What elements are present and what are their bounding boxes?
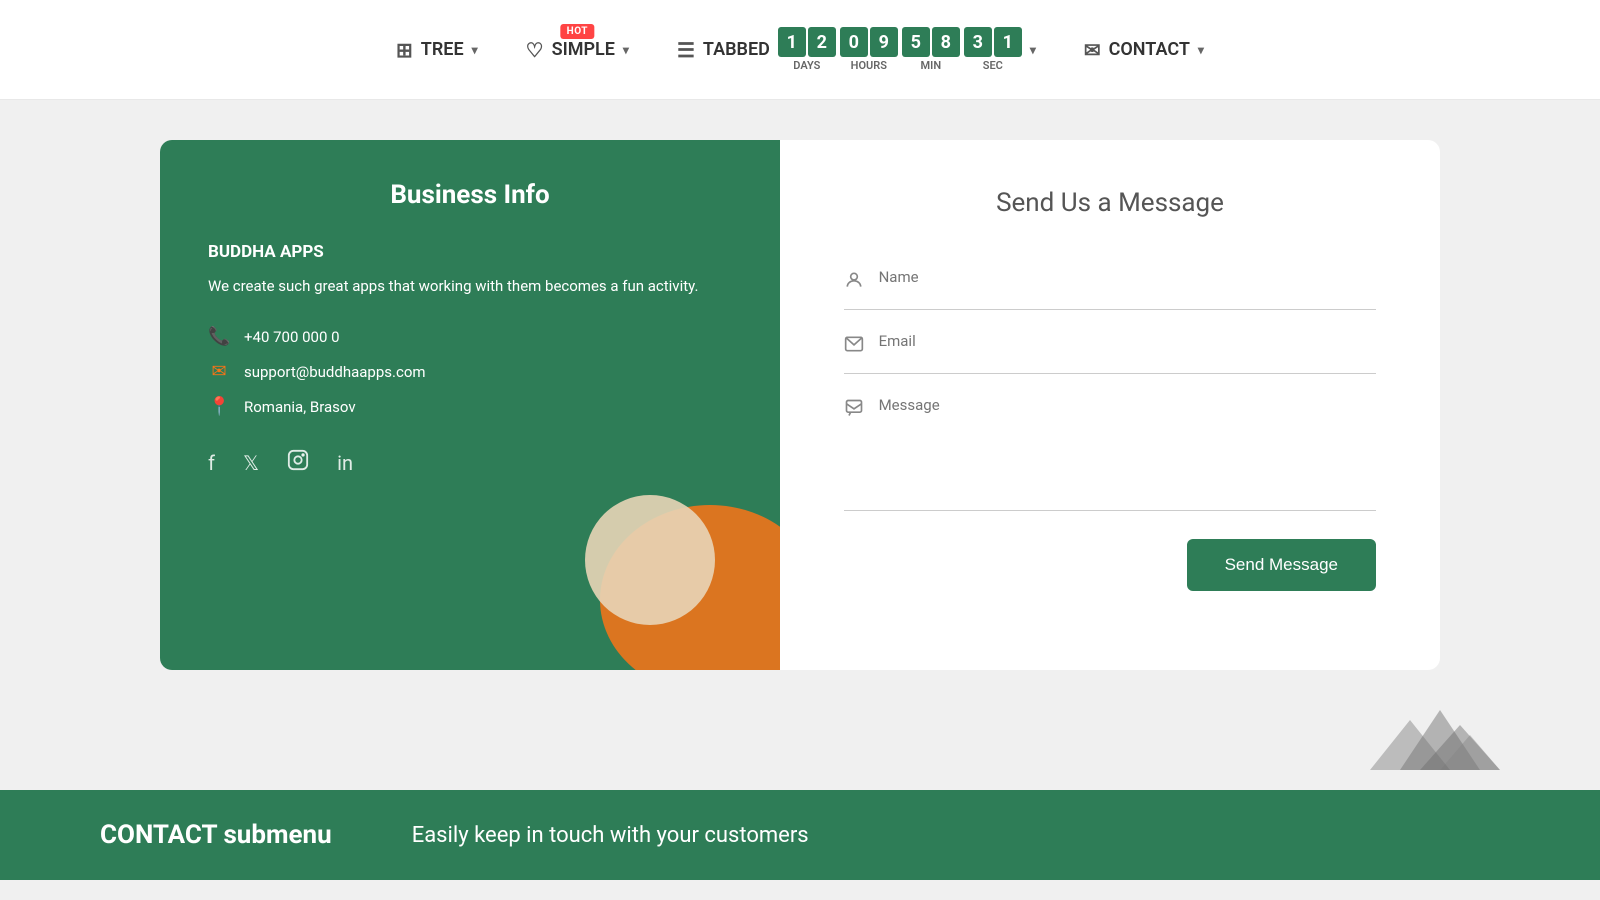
- countdown: 1 2 DAYS 0 9 HOURS 5 8 MIN: [778, 27, 1022, 72]
- min-digit-2: 8: [932, 27, 960, 57]
- countdown-sec-digits: 3 1: [964, 27, 1022, 57]
- nav-tabbed[interactable]: ☰ TABBED 1 2 DAYS 0 9 HOURS 5: [677, 27, 1036, 72]
- main-content: Business Info BUDDHA APPS We create such…: [100, 100, 1500, 690]
- send-message-button[interactable]: Send Message: [1187, 539, 1376, 591]
- form-title: Send Us a Message: [844, 188, 1376, 218]
- hours-digit-2: 9: [870, 27, 898, 57]
- phone-row: 📞 +40 700 000 0: [208, 326, 732, 347]
- nav-contact-label: CONTACT: [1109, 39, 1190, 60]
- twitter-icon[interactable]: 𝕏: [243, 451, 259, 475]
- email-field-row: [844, 318, 1376, 374]
- send-button-row: Send Message: [844, 539, 1376, 591]
- nav-tree-label: TREE: [421, 39, 464, 60]
- days-digit-2: 2: [808, 27, 836, 57]
- min-label: MIN: [921, 59, 942, 72]
- email-address: support@buddhaapps.com: [244, 363, 426, 381]
- countdown-hours-digits: 0 9: [840, 27, 898, 57]
- countdown-sec-group: 3 1 SEC: [964, 27, 1022, 72]
- business-card-title: Business Info: [208, 180, 732, 210]
- mountain-decoration: [1340, 690, 1540, 770]
- email-icon: ✉: [208, 361, 230, 382]
- location-icon: 📍: [208, 396, 230, 417]
- nav-simple-label: SIMPLE: [552, 39, 615, 60]
- email-input[interactable]: [879, 332, 1376, 350]
- envelope-icon: ✉: [1084, 38, 1101, 62]
- countdown-days-digits: 1 2: [778, 27, 836, 57]
- user-icon: [844, 270, 865, 295]
- hours-label: HOURS: [851, 59, 887, 72]
- message-icon: [844, 398, 865, 423]
- min-digit-1: 5: [902, 27, 930, 57]
- contact-chevron-icon: ▾: [1198, 43, 1204, 57]
- location-text: Romania, Brasov: [244, 398, 356, 416]
- facebook-icon[interactable]: f: [208, 451, 215, 475]
- tabbed-icon: ☰: [677, 38, 695, 62]
- mountain-area: [0, 690, 1600, 770]
- location-row: 📍 Romania, Brasov: [208, 396, 732, 417]
- email-field-icon: [844, 334, 865, 359]
- footer: CONTACT submenu Easily keep in touch wit…: [0, 790, 1600, 880]
- footer-subtitle: Easily keep in touch with your customers: [412, 823, 809, 848]
- heart-icon: ♡: [526, 38, 544, 62]
- company-name: BUDDHA APPS: [208, 242, 732, 262]
- sec-digit-1: 3: [964, 27, 992, 57]
- simple-chevron-icon: ▾: [623, 43, 629, 57]
- countdown-days-group: 1 2 DAYS: [778, 27, 836, 72]
- sec-digit-2: 1: [994, 27, 1022, 57]
- tabbed-chevron-icon: ▾: [1030, 43, 1036, 57]
- name-field-row: [844, 254, 1376, 310]
- sec-label: SEC: [983, 59, 1003, 72]
- tree-icon: ⊞: [396, 38, 413, 62]
- phone-number: +40 700 000 0: [244, 328, 340, 346]
- linkedin-icon[interactable]: in: [337, 451, 353, 475]
- message-field-row: [844, 382, 1376, 511]
- hours-digit-1: 0: [840, 27, 868, 57]
- hot-badge: HOT: [561, 24, 594, 39]
- days-digit-1: 1: [778, 27, 806, 57]
- nav-tabbed-label: TABBED: [703, 39, 770, 60]
- countdown-min-digits: 5 8: [902, 27, 960, 57]
- footer-title: CONTACT submenu: [100, 820, 332, 850]
- phone-icon: 📞: [208, 326, 230, 347]
- instagram-icon[interactable]: [287, 449, 309, 476]
- tree-chevron-icon: ▾: [472, 43, 478, 57]
- countdown-hours-group: 0 9 HOURS: [840, 27, 898, 72]
- days-label: DAYS: [793, 59, 820, 72]
- nav-simple[interactable]: HOT ♡ SIMPLE ▾: [526, 38, 629, 62]
- social-icons: f 𝕏 in: [208, 449, 732, 476]
- email-row: ✉ support@buddhaapps.com: [208, 361, 732, 382]
- nav-contact[interactable]: ✉ CONTACT ▾: [1084, 38, 1204, 62]
- contact-form-area: Send Us a Message: [780, 140, 1440, 670]
- contact-info: 📞 +40 700 000 0 ✉ support@buddhaapps.com…: [208, 326, 732, 417]
- business-card: Business Info BUDDHA APPS We create such…: [160, 140, 780, 670]
- name-input[interactable]: [879, 268, 1376, 286]
- company-description: We create such great apps that working w…: [208, 274, 732, 298]
- countdown-min-group: 5 8 MIN: [902, 27, 960, 72]
- nav-tree[interactable]: ⊞ TREE ▾: [396, 38, 478, 62]
- message-textarea[interactable]: [879, 396, 1376, 496]
- navbar: ⊞ TREE ▾ HOT ♡ SIMPLE ▾ ☰ TABBED 1 2 DAY…: [0, 0, 1600, 100]
